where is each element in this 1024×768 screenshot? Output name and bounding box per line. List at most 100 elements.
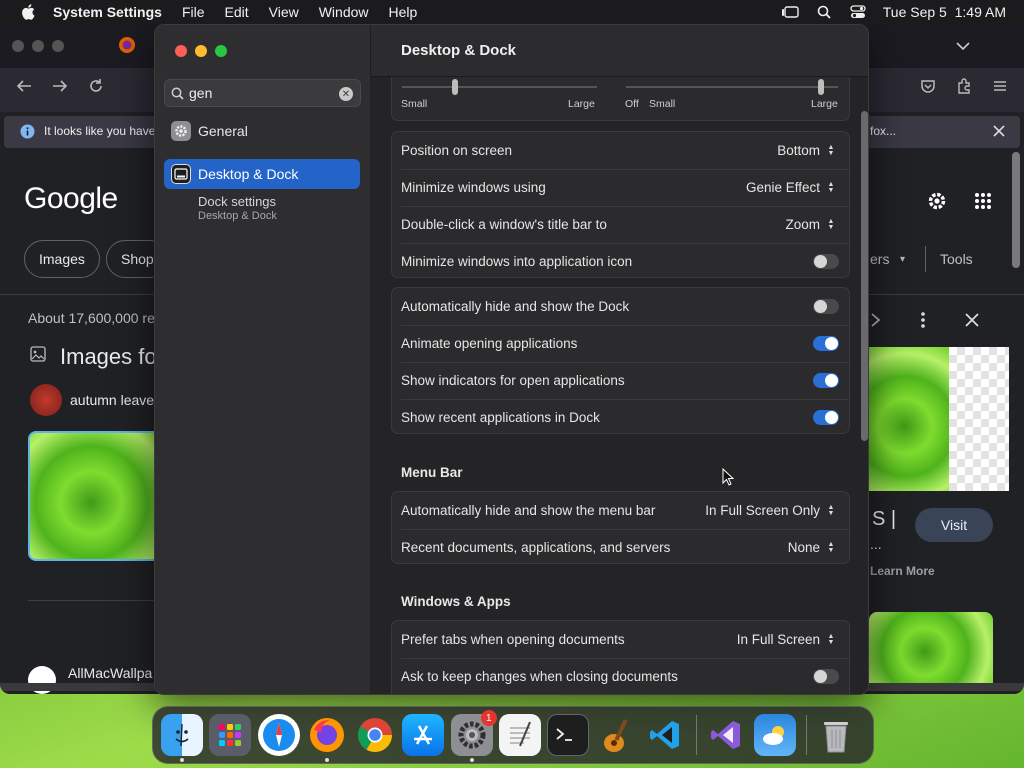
green-leaf-image[interactable] — [28, 431, 168, 561]
recent-documents-row: Recent documents, applications, and serv… — [392, 529, 849, 566]
close-panel-icon[interactable] — [964, 312, 980, 333]
dock-garageband[interactable] — [596, 714, 638, 756]
row-label: Double-click a window's title bar to — [401, 217, 607, 232]
show-indicators-toggle[interactable] — [813, 373, 839, 388]
learn-more-link[interactable]: Learn More — [870, 564, 935, 578]
dock-launchpad[interactable] — [209, 714, 252, 756]
chip-images[interactable]: Images — [24, 240, 100, 278]
firefox-tab-icon[interactable] — [118, 36, 136, 59]
more-vert-icon[interactable] — [920, 312, 926, 333]
sidebar-item-label: General — [198, 123, 248, 139]
dock-chrome[interactable] — [354, 714, 396, 756]
autumn-label[interactable]: autumn leave — [70, 392, 154, 408]
dock-textedit[interactable] — [499, 714, 542, 756]
apple-menu-icon[interactable] — [18, 4, 38, 20]
zoom-window-button[interactable] — [215, 45, 227, 57]
stage-manager-icon[interactable] — [781, 5, 799, 19]
sidebar-result-subtitle: Desktop & Dock — [198, 210, 277, 222]
preview-image-green[interactable] — [869, 347, 949, 491]
sidebar-result-dock-settings[interactable]: Dock settings — [198, 194, 276, 209]
minimize-effect-row: Minimize windows using Genie Effect ▲ ▼ — [392, 169, 849, 206]
row-label: Automatically hide and show the menu bar — [401, 503, 656, 518]
position-popup[interactable]: Bottom ▲ ▼ — [777, 143, 837, 159]
gear-icon — [171, 121, 191, 141]
spotlight-search-icon[interactable] — [815, 5, 833, 19]
dock-trash[interactable] — [815, 714, 857, 756]
magnification-slider-thumb[interactable] — [818, 79, 824, 95]
notice-close-icon[interactable] — [992, 123, 1006, 143]
allmac-label[interactable]: AllMacWallpa — [68, 665, 152, 681]
related-image[interactable] — [869, 612, 993, 684]
settings-search-field[interactable]: ✕ — [164, 79, 361, 107]
notice-right-text: fox... — [870, 124, 897, 138]
sidebar-item-general[interactable]: General — [164, 116, 360, 146]
apps-grid-icon[interactable] — [974, 192, 992, 215]
dock-terminal[interactable] — [547, 714, 590, 756]
menu-clock[interactable]: Tue Sep 5 1:49 AM — [883, 4, 1006, 20]
back-icon[interactable] — [16, 78, 32, 99]
menu-window[interactable]: Window — [319, 4, 369, 20]
search-input[interactable] — [189, 85, 329, 101]
dock-firefox[interactable] — [306, 714, 348, 762]
menu-view[interactable]: View — [269, 4, 299, 20]
reload-icon[interactable] — [88, 78, 104, 99]
forward-icon[interactable] — [52, 78, 68, 99]
magnification-slider-track[interactable] — [626, 86, 838, 88]
extensions-icon[interactable] — [956, 78, 972, 99]
dock-safari[interactable] — [257, 714, 300, 756]
dock-separator — [805, 715, 807, 755]
filters-label[interactable]: ers — [870, 251, 889, 267]
minimize-into-icon-toggle[interactable] — [813, 254, 839, 269]
browser-scrollbar[interactable] — [1012, 152, 1020, 268]
tools-label[interactable]: Tools — [940, 251, 973, 267]
double-click-popup[interactable]: Zoom ▲ ▼ — [785, 217, 837, 233]
mouse-cursor-icon — [722, 467, 735, 489]
browser-minimize-button[interactable] — [32, 40, 44, 52]
minimize-effect-popup[interactable]: Genie Effect ▲ ▼ — [746, 180, 837, 196]
hamburger-menu-icon[interactable] — [992, 78, 1008, 99]
animate-apps-toggle[interactable] — [813, 336, 839, 351]
popup-chevrons-icon: ▲ ▼ — [827, 503, 835, 517]
pocket-icon[interactable] — [920, 78, 936, 99]
ask-keep-changes-toggle[interactable] — [813, 669, 839, 684]
dock-size-slider-thumb[interactable] — [452, 79, 458, 95]
dock-system-settings[interactable]: 1 — [450, 710, 497, 762]
menu-edit[interactable]: Edit — [225, 4, 249, 20]
browser-close-button[interactable] — [12, 40, 24, 52]
google-logo[interactable]: Google — [24, 182, 118, 216]
row-label: Ask to keep changes when closing documen… — [401, 669, 678, 684]
dock-app-store[interactable] — [402, 714, 445, 756]
close-window-button[interactable] — [175, 45, 187, 57]
menu-app-name[interactable]: System Settings — [53, 4, 162, 20]
menu-help[interactable]: Help — [389, 4, 418, 20]
show-recent-apps-toggle[interactable] — [813, 410, 839, 425]
autohide-dock-toggle[interactable] — [813, 299, 839, 314]
autumn-thumbnail[interactable] — [30, 384, 62, 416]
dock-size-slider-track[interactable] — [402, 86, 597, 88]
autohide-menubar-popup[interactable]: In Full Screen Only ▲ ▼ — [705, 503, 837, 519]
content-scrollbar[interactable] — [861, 111, 868, 441]
running-indicator — [180, 758, 184, 762]
next-arrow-icon[interactable] — [870, 312, 882, 333]
tab-list-chevron-icon[interactable] — [956, 36, 970, 56]
dock-vscode[interactable] — [644, 714, 686, 756]
menu-bar: System Settings File Edit View Window He… — [0, 0, 1024, 24]
dock-visual-studio[interactable] — [705, 714, 747, 756]
visit-button[interactable]: Visit — [915, 508, 993, 542]
minimize-window-button[interactable] — [195, 45, 207, 57]
menu-file[interactable]: File — [182, 4, 205, 20]
clear-search-icon[interactable]: ✕ — [339, 87, 353, 101]
filters-dropdown-icon[interactable]: ▾ — [900, 254, 905, 265]
sidebar-item-desktop-dock[interactable]: Desktop & Dock — [164, 159, 360, 189]
control-center-icon[interactable] — [849, 5, 867, 19]
popup-chevrons-icon: ▲ ▼ — [827, 143, 835, 157]
prefer-tabs-row: Prefer tabs when opening documents In Fu… — [392, 621, 849, 658]
settings-gear-icon[interactable] — [926, 190, 948, 217]
prefer-tabs-popup[interactable]: In Full Screen ▲ ▼ — [737, 632, 837, 648]
images-heading[interactable]: Images fo — [60, 344, 157, 370]
dock-weather[interactable] — [753, 714, 796, 756]
browser-zoom-button[interactable] — [52, 40, 64, 52]
dock-finder[interactable] — [161, 714, 203, 762]
recent-documents-popup[interactable]: None ▲ ▼ — [788, 540, 837, 556]
minimize-into-icon-row: Minimize windows into application icon — [392, 243, 849, 280]
